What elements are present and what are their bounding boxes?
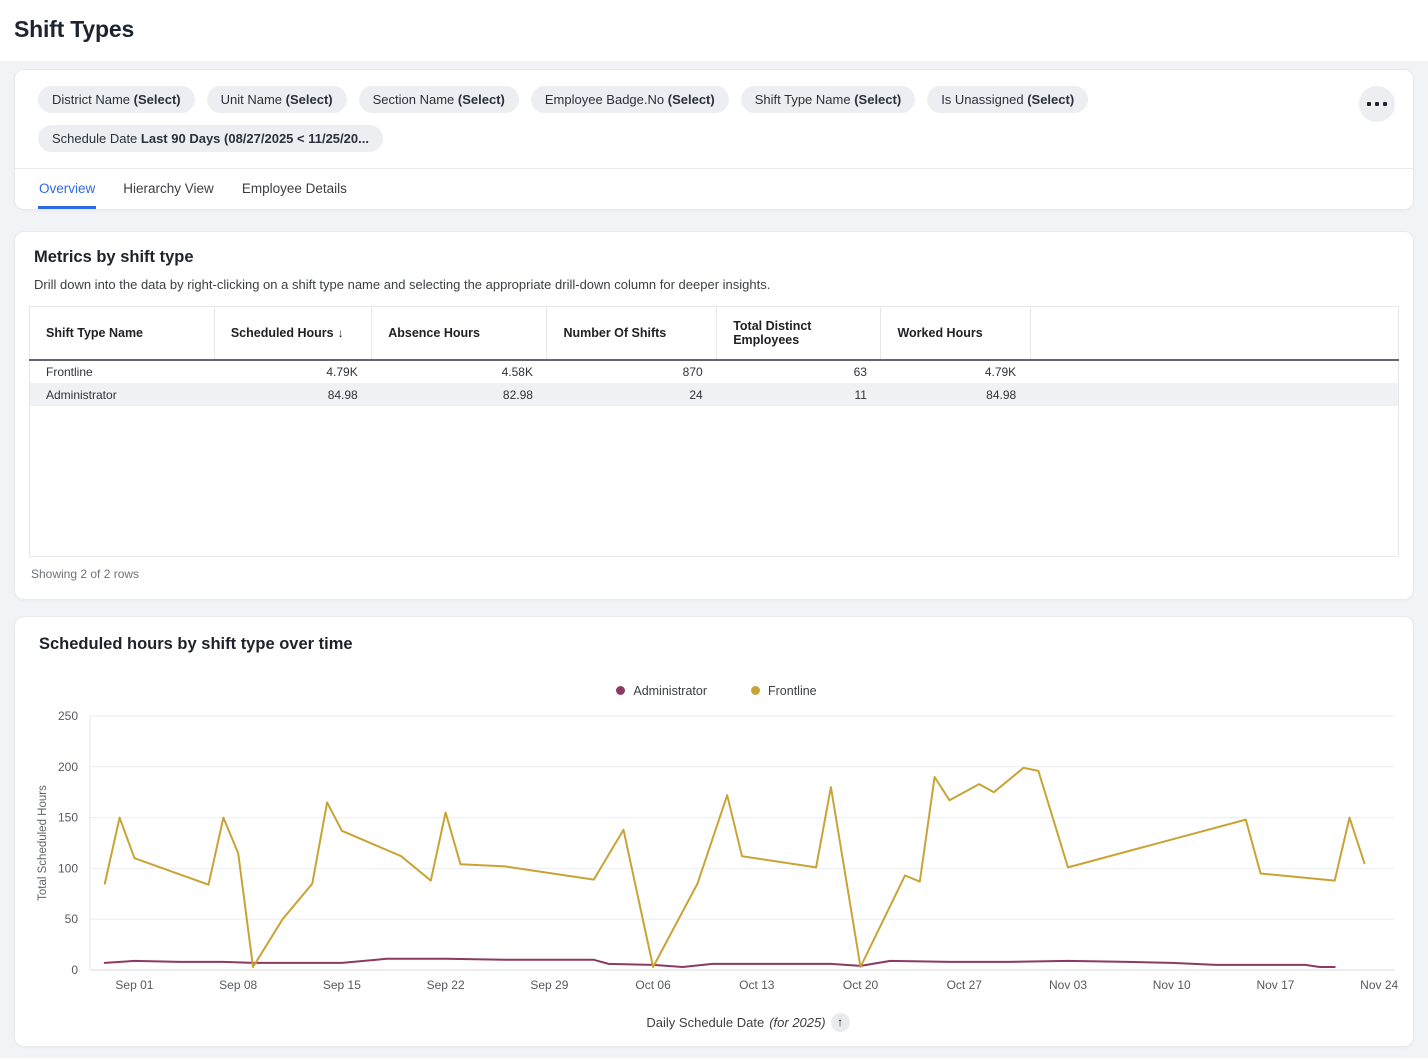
tab-overview[interactable]: Overview bbox=[38, 169, 96, 209]
chart-plot-area: 0 50 100 150 200 250 Sep 01 Sep 08 Sep 15 Sep 22 S… bbox=[34, 702, 1406, 1002]
svg-text:Nov 03: Nov 03 bbox=[1049, 978, 1087, 992]
col-shift-type-name[interactable]: Shift Type Name bbox=[30, 307, 215, 361]
table-row-administrator[interactable]: Administrator 84.98 82.98 24 11 84.98 bbox=[30, 383, 1399, 406]
svg-text:Oct 13: Oct 13 bbox=[739, 978, 775, 992]
filter-chip-schedule-date[interactable]: Schedule Date Last 90 Days (08/27/2025 <… bbox=[38, 125, 383, 152]
col-absence-hours[interactable]: Absence Hours bbox=[372, 307, 547, 361]
chart-title: Scheduled hours by shift type over time bbox=[34, 635, 1399, 654]
filter-chip-shift-type-name[interactable]: Shift Type Name (Select) bbox=[741, 86, 915, 113]
legend-dot-icon bbox=[751, 686, 760, 695]
ellipsis-icon bbox=[1367, 102, 1371, 106]
svg-text:Oct 06: Oct 06 bbox=[635, 978, 671, 992]
line-chart: 0 50 100 150 200 250 Sep 01 Sep 08 Sep 15 Sep 22 S… bbox=[34, 702, 1406, 1032]
svg-text:0: 0 bbox=[71, 963, 78, 977]
more-options-button[interactable] bbox=[1359, 86, 1395, 122]
filter-card: District Name (Select) Unit Name (Select… bbox=[14, 69, 1414, 210]
x-axis-title: Daily Schedule Date (for 2025) ↑ bbox=[90, 1013, 1406, 1032]
svg-text:150: 150 bbox=[58, 810, 78, 824]
svg-text:Oct 20: Oct 20 bbox=[843, 978, 879, 992]
sort-descending-icon: ↓ bbox=[338, 326, 344, 340]
col-scheduled-hours[interactable]: Scheduled Hours↓ bbox=[214, 307, 371, 361]
svg-text:Sep 01: Sep 01 bbox=[115, 978, 153, 992]
legend-dot-icon bbox=[616, 686, 625, 695]
svg-text:Nov 17: Nov 17 bbox=[1256, 978, 1294, 992]
chart-card: Scheduled hours by shift type over time … bbox=[14, 616, 1414, 1047]
page-title: Shift Types bbox=[14, 16, 1414, 43]
tab-employee-details[interactable]: Employee Details bbox=[241, 169, 348, 209]
filter-chip-district-name[interactable]: District Name (Select) bbox=[38, 86, 195, 113]
svg-text:50: 50 bbox=[65, 912, 79, 926]
filter-chip-unit-name[interactable]: Unit Name (Select) bbox=[207, 86, 347, 113]
col-total-distinct-employees[interactable]: Total Distinct Employees bbox=[717, 307, 881, 361]
filter-chip-employee-badge[interactable]: Employee Badge.No (Select) bbox=[531, 86, 729, 113]
metrics-title: Metrics by shift type bbox=[29, 248, 1399, 267]
tab-bar: Overview Hierarchy View Employee Details bbox=[15, 168, 1413, 209]
row-count-status: Showing 2 of 2 rows bbox=[29, 567, 1399, 581]
svg-text:Nov 10: Nov 10 bbox=[1153, 978, 1191, 992]
svg-text:200: 200 bbox=[58, 759, 78, 773]
svg-text:Sep 08: Sep 08 bbox=[219, 978, 257, 992]
svg-text:Oct 27: Oct 27 bbox=[947, 978, 983, 992]
table-row-frontline[interactable]: Frontline 4.79K 4.58K 870 63 4.79K bbox=[30, 360, 1399, 383]
svg-text:Sep 22: Sep 22 bbox=[427, 978, 465, 992]
svg-text:Nov 24: Nov 24 bbox=[1360, 978, 1398, 992]
table-empty-space bbox=[30, 406, 1399, 556]
page-header: Shift Types bbox=[0, 0, 1428, 61]
filter-chip-is-unassigned[interactable]: Is Unassigned (Select) bbox=[927, 86, 1088, 113]
metrics-card: Metrics by shift type Drill down into th… bbox=[14, 231, 1414, 600]
svg-text:100: 100 bbox=[58, 861, 78, 875]
sort-ascending-icon[interactable]: ↑ bbox=[831, 1013, 850, 1032]
col-number-of-shifts[interactable]: Number Of Shifts bbox=[547, 307, 717, 361]
legend-item-frontline[interactable]: Frontline bbox=[751, 684, 817, 698]
filter-chips: District Name (Select) Unit Name (Select… bbox=[15, 70, 1413, 168]
filter-chip-section-name[interactable]: Section Name (Select) bbox=[359, 86, 519, 113]
col-empty bbox=[1030, 307, 1398, 361]
legend-item-administrator[interactable]: Administrator bbox=[616, 684, 707, 698]
tab-hierarchy-view[interactable]: Hierarchy View bbox=[122, 169, 215, 209]
svg-text:250: 250 bbox=[58, 709, 78, 723]
col-worked-hours[interactable]: Worked Hours bbox=[881, 307, 1030, 361]
svg-text:Sep 29: Sep 29 bbox=[530, 978, 568, 992]
metrics-subtitle: Drill down into the data by right-clicki… bbox=[29, 277, 1399, 292]
svg-text:Sep 15: Sep 15 bbox=[323, 978, 361, 992]
metrics-table: Shift Type Name Scheduled Hours↓ Absence… bbox=[29, 306, 1399, 557]
chart-legend: Administrator Frontline bbox=[34, 684, 1399, 698]
svg-text:Total Scheduled Hours: Total Scheduled Hours bbox=[37, 784, 49, 900]
